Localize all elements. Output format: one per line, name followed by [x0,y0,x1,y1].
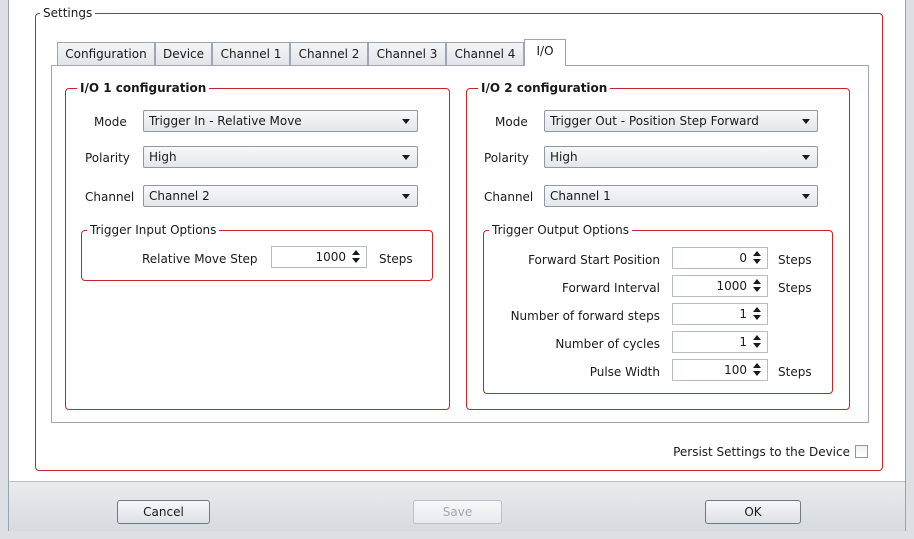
io1-mode-value: Trigger In - Relative Move [149,114,302,128]
io1-channel-select[interactable]: Channel 2 [143,185,418,207]
io1-polarity-value: High [149,150,177,164]
tab-channel-4[interactable]: Channel 4 [446,42,524,66]
save-button[interactable]: Save [413,500,502,524]
io1-polarity-select[interactable]: High [143,146,418,168]
trigger-input-title: Trigger Input Options [87,223,220,237]
tab-io[interactable]: I/O [524,39,566,66]
pulse-width-value: 100 [724,363,747,377]
settings-group-title: Settings [40,6,96,20]
spinner-arrows-icon[interactable] [352,250,361,265]
trigger-output-title: Trigger Output Options [489,223,632,237]
spinner-arrows-icon[interactable] [753,307,762,322]
io1-channel-label: Channel [85,190,135,204]
io2-polarity-select[interactable]: High [544,146,818,168]
io2-title: I/O 2 configuration [478,81,611,95]
io2-mode-label: Mode [495,115,528,129]
io1-mode-select[interactable]: Trigger In - Relative Move [143,110,418,132]
chevron-down-icon [402,119,410,124]
forward-interval-label: Forward Interval [561,281,660,295]
pulse-width-label: Pulse Width [589,365,660,379]
tab-channel-2[interactable]: Channel 2 [290,42,368,66]
pulse-width-spinner[interactable]: 100 [672,359,768,381]
io2-polarity-label: Polarity [484,151,529,165]
io2-channel-label: Channel [484,190,534,204]
forward-start-position-value: 0 [739,251,747,265]
tab-channel-1[interactable]: Channel 1 [212,42,290,66]
forward-start-position-label: Forward Start Position [528,253,660,267]
chevron-down-icon [802,155,810,160]
cancel-button[interactable]: Cancel [117,500,210,524]
chevron-down-icon [402,194,410,199]
number-of-forward-steps-label: Number of forward steps [510,309,660,323]
number-of-cycles-value: 1 [739,335,747,349]
forward-interval-unit: Steps [778,281,812,295]
relative-move-step-spinner[interactable]: 1000 [271,246,367,268]
forward-start-position-spinner[interactable]: 0 [672,247,768,269]
chevron-down-icon [802,119,810,124]
io1-polarity-label: Polarity [85,151,130,165]
io2-mode-value: Trigger Out - Position Step Forward [550,114,759,128]
persist-settings-label: Persist Settings to the Device [673,445,850,459]
io1-mode-label: Mode [94,115,127,129]
spinner-arrows-icon[interactable] [753,335,762,350]
io2-channel-value: Channel 1 [550,189,611,203]
spinner-arrows-icon[interactable] [753,251,762,266]
tab-device[interactable]: Device [155,42,212,66]
tab-configuration[interactable]: Configuration [57,42,155,66]
number-of-forward-steps-value: 1 [739,307,747,321]
number-of-cycles-spinner[interactable]: 1 [672,331,768,353]
pulse-width-unit: Steps [778,365,812,379]
number-of-forward-steps-spinner[interactable]: 1 [672,303,768,325]
relative-move-step-value: 1000 [315,250,346,264]
io1-title: I/O 1 configuration [77,81,210,95]
io2-channel-select[interactable]: Channel 1 [544,185,818,207]
relative-move-step-label: Relative Move Step [142,252,258,266]
spinner-arrows-icon[interactable] [753,363,762,378]
ok-button[interactable]: OK [705,500,801,524]
persist-settings-checkbox[interactable] [855,445,868,458]
chevron-down-icon [402,155,410,160]
relative-move-step-unit: Steps [379,252,413,266]
forward-interval-value: 1000 [716,279,747,293]
chevron-down-icon [802,194,810,199]
spinner-arrows-icon[interactable] [753,279,762,294]
tab-channel-3[interactable]: Channel 3 [368,42,446,66]
io1-channel-value: Channel 2 [149,189,210,203]
forward-interval-spinner[interactable]: 1000 [672,275,768,297]
io2-mode-select[interactable]: Trigger Out - Position Step Forward [544,110,818,132]
io2-polarity-value: High [550,150,578,164]
number-of-cycles-label: Number of cycles [555,337,660,351]
forward-start-position-unit: Steps [778,253,812,267]
